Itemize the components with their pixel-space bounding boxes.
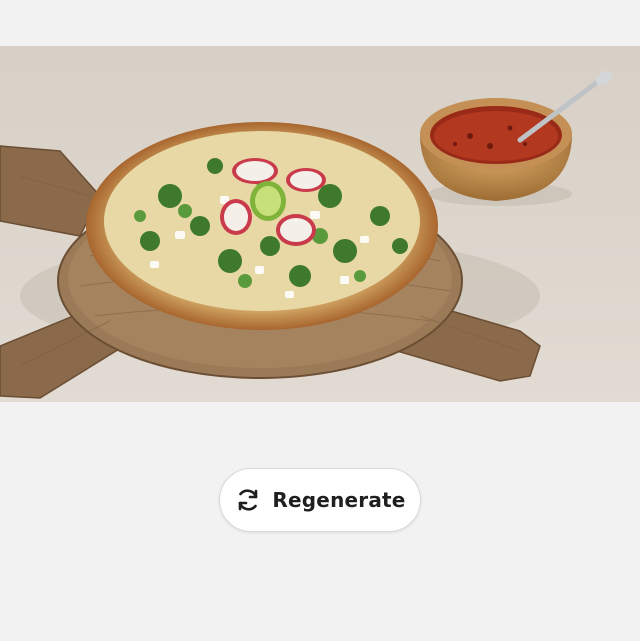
generated-food-image: [0, 46, 640, 402]
regenerate-label: Regenerate: [272, 488, 406, 512]
regenerate-button[interactable]: Regenerate: [219, 468, 421, 532]
page: Regenerate: [0, 0, 640, 641]
refresh-icon: [234, 486, 262, 514]
